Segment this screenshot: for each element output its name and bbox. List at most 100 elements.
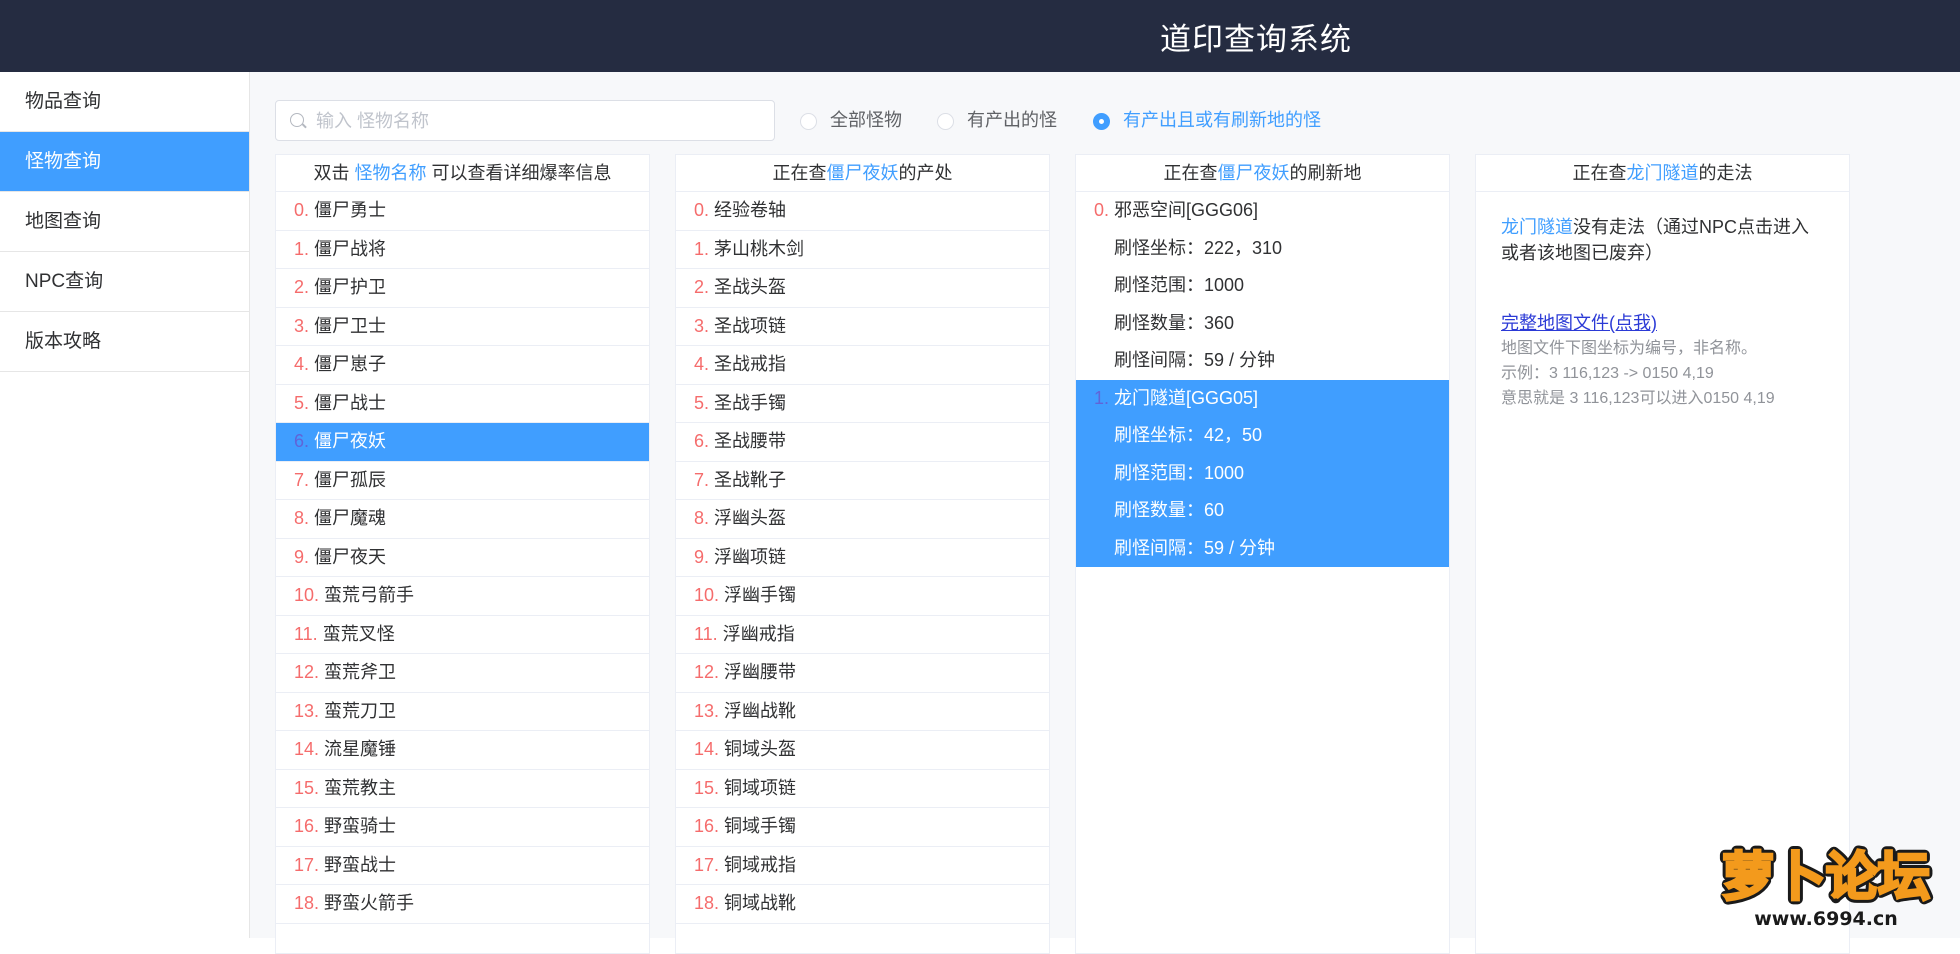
header-highlight: 怪物名称 bbox=[354, 163, 427, 183]
monster-list-item[interactable]: 14. 流星魔锤 bbox=[276, 731, 649, 770]
search-box bbox=[275, 100, 775, 141]
drop-item-name: 经验卷轴 bbox=[709, 200, 787, 220]
monster-list-panel: 双击 怪物名称 可以查看详细爆率信息 0. 僵尸勇士 1. 僵尸战将 2. 僵尸护卫… bbox=[275, 154, 650, 954]
monster-list-item[interactable]: 6. 僵尸夜妖 bbox=[276, 423, 649, 462]
monster-list-item[interactable]: 8. 僵尸魔魂 bbox=[276, 500, 649, 539]
spawn-location-entry[interactable]: 0. 邪恶空间[GGG06] 刷怪坐标：222，310 刷怪范围：1000 刷怪数量：… bbox=[1076, 192, 1449, 380]
sidebar-item-npc[interactable]: NPC查询 bbox=[0, 252, 249, 312]
monster-list-item[interactable]: 15. 蛮荒教主 bbox=[276, 770, 649, 808]
monster-list-item[interactable]: 0. 僵尸勇士 bbox=[276, 192, 649, 231]
drop-list-item[interactable]: 8. 浮幽头盔 bbox=[676, 500, 1049, 539]
drop-list-item[interactable]: 5. 圣战手镯 bbox=[676, 385, 1049, 423]
spawn-location-entry[interactable]: 1. 龙门隧道[GGG05] 刷怪坐标：42，50 刷怪范围：1000 刷怪数量：60… bbox=[1076, 379, 1449, 567]
drop-list-item[interactable]: 17. 铜域戒指 bbox=[676, 847, 1049, 885]
drop-list-item[interactable]: 1. 茅山桃木剑 bbox=[676, 231, 1049, 269]
panel-header: 正在查龙门隧道的走法 bbox=[1476, 155, 1849, 192]
monster-list-item[interactable]: 16. 野蛮骑士 bbox=[276, 808, 649, 847]
drop-list-item[interactable]: 6. 圣战腰带 bbox=[676, 423, 1049, 462]
drop-list-item[interactable]: 11. 浮幽戒指 bbox=[676, 616, 1049, 654]
monster-name: 僵尸崽子 bbox=[309, 354, 387, 374]
header-highlight: 龙门隧道 bbox=[1626, 163, 1699, 183]
header-highlight: 僵尸夜妖 bbox=[1217, 163, 1290, 183]
sidebar-item-monsters[interactable]: 怪物查询 bbox=[0, 132, 249, 192]
item-index: 11. bbox=[294, 623, 318, 644]
monster-name: 僵尸孤辰 bbox=[309, 469, 387, 490]
item-index: 14. bbox=[694, 739, 720, 759]
item-index: 0. bbox=[1094, 200, 1110, 220]
radio-checked-icon bbox=[1093, 113, 1110, 130]
item-index: 3. bbox=[294, 315, 310, 336]
route-example: 示例：3 116,123 -> 0150 4,19 bbox=[1501, 365, 1714, 382]
monster-list-item[interactable]: 17. 野蛮战士 bbox=[276, 847, 649, 885]
drop-list-item[interactable]: 10. 浮幽手镯 bbox=[676, 577, 1049, 616]
drop-item-name: 铜域戒指 bbox=[719, 854, 797, 875]
radio-label: 有产出且或有刷新地的怪 bbox=[1123, 110, 1321, 130]
drop-list-item[interactable]: 12. 浮幽腰带 bbox=[676, 654, 1049, 693]
item-index: 0. bbox=[294, 200, 310, 220]
item-index: 6. bbox=[694, 431, 710, 451]
monster-name: 野蛮火箭手 bbox=[319, 893, 415, 913]
drop-list-item[interactable]: 14. 铜域头盔 bbox=[676, 731, 1049, 770]
item-index: 13. bbox=[694, 700, 720, 721]
monster-list-item[interactable]: 9. 僵尸夜天 bbox=[276, 539, 649, 577]
spawn-list: 0. 邪恶空间[GGG06] 刷怪坐标：222，310 刷怪范围：1000 刷怪数量：… bbox=[1076, 192, 1449, 567]
monster-list-item[interactable]: 2. 僵尸护卫 bbox=[276, 269, 649, 308]
item-index: 7. bbox=[294, 469, 310, 490]
drop-list-item[interactable]: 16. 铜域手镯 bbox=[676, 808, 1049, 847]
drop-list-item[interactable]: 0. 经验卷轴 bbox=[676, 192, 1049, 231]
monster-list-item[interactable]: 3. 僵尸卫士 bbox=[276, 308, 649, 346]
sidebar-item-items[interactable]: 物品查询 bbox=[0, 72, 249, 132]
drop-list-item[interactable]: 2. 圣战头盔 bbox=[676, 269, 1049, 308]
panel-header: 双击 怪物名称 可以查看详细爆率信息 bbox=[276, 155, 649, 192]
route-explanation: 意思就是 3 116,123可以进入0150 4,19 bbox=[1501, 390, 1775, 407]
drop-list-item[interactable]: 18. 铜域战靴 bbox=[676, 885, 1049, 924]
drop-list-item[interactable]: 15. 铜域项链 bbox=[676, 770, 1049, 808]
item-index: 8. bbox=[694, 508, 710, 528]
drop-list-item[interactable]: 7. 圣战靴子 bbox=[676, 462, 1049, 500]
panel-header: 正在查僵尸夜妖的产处 bbox=[676, 155, 1049, 192]
drop-list-item[interactable]: 3. 圣战项链 bbox=[676, 308, 1049, 346]
monster-list-item[interactable]: 10. 蛮荒弓箭手 bbox=[276, 577, 649, 616]
drop-item-name: 浮幽戒指 bbox=[717, 623, 795, 644]
sidebar-item-maps[interactable]: 地图查询 bbox=[0, 192, 249, 252]
item-index: 1. bbox=[1094, 387, 1110, 408]
drop-list-item[interactable]: 4. 圣战戒指 bbox=[676, 346, 1049, 385]
watermark-brand: 萝卜论坛 bbox=[1722, 848, 1930, 908]
sidebar-item-guide[interactable]: 版本攻略 bbox=[0, 312, 249, 372]
spawn-map-line: 0. 邪恶空间[GGG06] bbox=[1076, 192, 1449, 230]
drop-item-name: 浮幽手镯 bbox=[719, 585, 797, 605]
monster-list-item[interactable]: 13. 蛮荒刀卫 bbox=[276, 693, 649, 731]
spawn-map-name: 邪恶空间[GGG06] bbox=[1109, 200, 1259, 220]
drop-item-name: 圣战靴子 bbox=[709, 469, 787, 490]
route-message: 龙门隧道没有走法（通过NPC点击进入或者该地图已废弃） bbox=[1501, 214, 1824, 266]
monster-list-item[interactable]: 4. 僵尸崽子 bbox=[276, 346, 649, 385]
monster-name: 蛮荒教主 bbox=[319, 777, 397, 798]
monster-list-item[interactable]: 11. 蛮荒叉怪 bbox=[276, 616, 649, 654]
sidebar-menu: 物品查询 怪物查询 地图查询 NPC查询 版本攻略 bbox=[0, 72, 250, 938]
monster-list-item[interactable]: 1. 僵尸战将 bbox=[276, 231, 649, 269]
item-index: 2. bbox=[294, 277, 310, 297]
monster-name: 僵尸魔魂 bbox=[309, 508, 387, 528]
item-index: 4. bbox=[294, 354, 310, 374]
search-input[interactable] bbox=[316, 107, 756, 135]
monster-name: 僵尸夜妖 bbox=[309, 431, 387, 451]
drop-list-item[interactable]: 9. 浮幽项链 bbox=[676, 539, 1049, 577]
monster-list-item[interactable]: 5. 僵尸战士 bbox=[276, 385, 649, 423]
header-text: 正在查 bbox=[1572, 163, 1627, 183]
item-index: 18. bbox=[694, 893, 720, 913]
drop-item-name: 铜域手镯 bbox=[719, 816, 797, 836]
drop-list-item[interactable]: 13. 浮幽战靴 bbox=[676, 693, 1049, 731]
item-index: 5. bbox=[694, 392, 710, 413]
item-index: 18. bbox=[294, 893, 320, 913]
monster-list-item[interactable]: 18. 野蛮火箭手 bbox=[276, 885, 649, 924]
full-map-file-link[interactable]: 完整地图文件(点我) bbox=[1501, 310, 1657, 336]
drop-item-name: 铜域项链 bbox=[719, 777, 797, 798]
header-text: 正在查 bbox=[772, 163, 827, 183]
drop-item-name: 圣战腰带 bbox=[709, 431, 787, 451]
monster-name: 僵尸卫士 bbox=[309, 315, 387, 336]
monster-list-item[interactable]: 12. 蛮荒斧卫 bbox=[276, 654, 649, 693]
header-text: 的走法 bbox=[1698, 163, 1753, 183]
monster-list-item[interactable]: 7. 僵尸孤辰 bbox=[276, 462, 649, 500]
item-index: 15. bbox=[294, 777, 320, 798]
monster-name: 蛮荒弓箭手 bbox=[319, 585, 415, 605]
